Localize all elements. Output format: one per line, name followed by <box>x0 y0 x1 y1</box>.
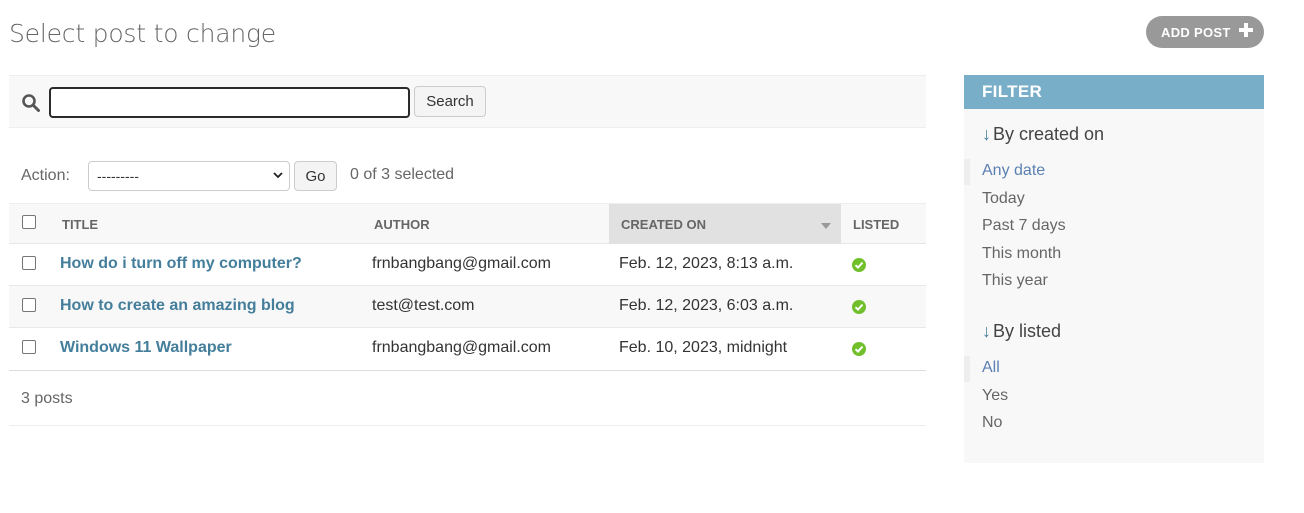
filter-option-today[interactable]: Today <box>982 190 1025 208</box>
author-cell: test@test.com <box>372 297 475 314</box>
created-on-cell: Feb. 12, 2023, 6:03 a.m. <box>619 297 794 314</box>
filter-group-label: By created on <box>993 124 1105 144</box>
plus-icon <box>1239 21 1253 37</box>
arrow-down-icon: ↓ <box>982 124 991 144</box>
filter-option-any-date[interactable]: Any date <box>982 162 1045 180</box>
selected-indicator <box>964 159 970 185</box>
results-table: TITLE AUTHOR CREATED ON LISTED How do i … <box>9 203 926 371</box>
result-count: 3 posts <box>21 390 73 407</box>
author-cell: frnbangbang@gmail.com <box>372 255 552 272</box>
select-all-checkbox[interactable] <box>22 215 36 229</box>
search-input[interactable] <box>49 87 410 118</box>
created-on-cell: Feb. 12, 2023, 8:13 a.m. <box>619 255 794 272</box>
post-title-link[interactable]: How do i turn off my computer? <box>60 244 302 284</box>
author-cell: frnbangbang@gmail.com <box>372 339 552 356</box>
add-post-label: ADD POST <box>1161 24 1231 40</box>
page-title: Select post to change <box>9 19 276 48</box>
filter-option-past-7-days[interactable]: Past 7 days <box>982 217 1066 235</box>
table-row: How to create an amazing blog test@test.… <box>9 286 926 328</box>
filter-heading: FILTER <box>964 75 1264 109</box>
table-header: TITLE AUTHOR CREATED ON LISTED <box>9 203 926 244</box>
check-icon <box>852 300 866 314</box>
column-header-created-on-label: CREATED ON <box>621 217 706 232</box>
paginator: 3 posts <box>9 372 926 426</box>
action-select-value: --------- <box>97 168 139 184</box>
column-header-title[interactable]: TITLE <box>62 204 362 244</box>
row-checkbox[interactable] <box>22 298 36 312</box>
column-header-created-on[interactable]: CREATED ON <box>609 204 841 244</box>
filter-option-this-year[interactable]: This year <box>982 272 1048 290</box>
add-post-button[interactable]: ADD POST <box>1146 16 1264 48</box>
search-icon <box>22 94 40 112</box>
selected-count: 0 of 3 selected <box>350 166 455 183</box>
table-row: Windows 11 Wallpaper frnbangbang@gmail.c… <box>9 328 926 371</box>
column-header-listed[interactable]: LISTED <box>853 204 923 244</box>
post-title-link[interactable]: Windows 11 Wallpaper <box>60 328 232 368</box>
column-header-author[interactable]: AUTHOR <box>374 204 604 244</box>
filter-group-title-created-on[interactable]: ↓ By created on <box>982 124 1104 145</box>
filter-option-this-month[interactable]: This month <box>982 245 1061 263</box>
filter-panel: FILTER ↓ By created on Any date Today Pas… <box>964 75 1264 463</box>
go-button[interactable]: Go <box>294 161 337 191</box>
check-icon <box>852 342 866 356</box>
search-toolbar: Search <box>9 75 926 128</box>
filter-option-yes[interactable]: Yes <box>982 387 1008 405</box>
row-checkbox[interactable] <box>22 256 36 270</box>
sort-descending-icon[interactable] <box>821 223 831 229</box>
search-button[interactable]: Search <box>414 86 486 117</box>
action-select[interactable]: --------- <box>88 161 290 191</box>
filter-option-all[interactable]: All <box>982 359 1000 377</box>
created-on-cell: Feb. 10, 2023, midnight <box>619 339 788 356</box>
actions-bar: Action: --------- Go 0 of 3 selected <box>9 160 926 192</box>
filter-option-no[interactable]: No <box>982 414 1002 432</box>
selected-indicator <box>964 356 970 382</box>
action-label: Action: <box>21 167 70 184</box>
table-row: How do i turn off my computer? frnbangba… <box>9 244 926 286</box>
filter-group-label: By listed <box>993 321 1062 341</box>
check-icon <box>852 258 866 272</box>
chevron-down-icon <box>273 172 283 179</box>
post-title-link[interactable]: How to create an amazing blog <box>60 286 295 326</box>
filter-group-title-listed[interactable]: ↓ By listed <box>982 321 1061 342</box>
arrow-down-icon: ↓ <box>982 321 991 341</box>
row-checkbox[interactable] <box>22 340 36 354</box>
